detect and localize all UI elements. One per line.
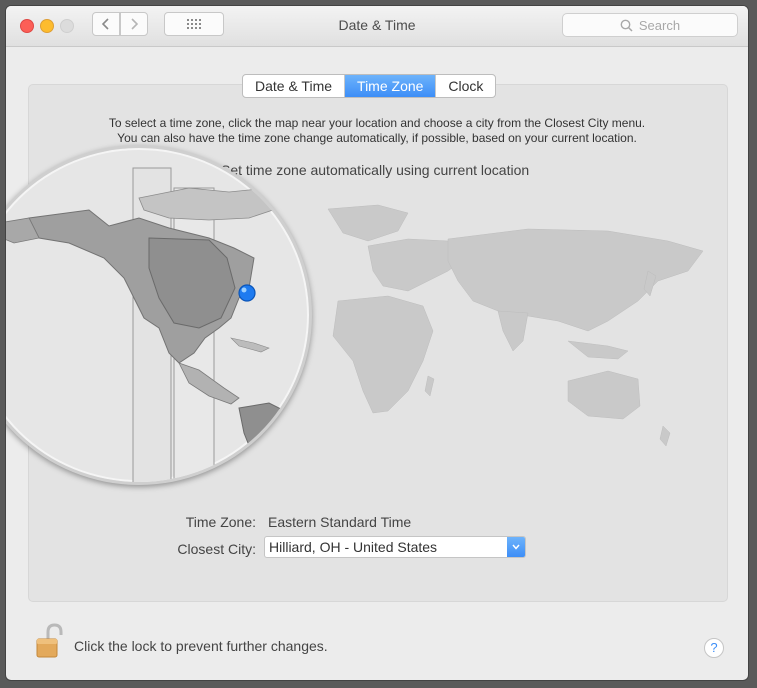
tab-clock[interactable]: Clock xyxy=(436,75,495,97)
closest-city-value: Hilliard, OH - United States xyxy=(269,539,438,555)
auto-timezone-checkbox[interactable]: Set time zone automatically using curren… xyxy=(221,162,529,178)
search-placeholder: Search xyxy=(638,17,681,33)
time-zone-label: Time Zone: xyxy=(185,514,256,530)
closest-city-select[interactable]: Hilliard, OH - United States xyxy=(264,536,526,558)
closest-city-label: Closest City: xyxy=(177,541,256,557)
title-bar: Date & Time Search xyxy=(6,6,748,47)
instructions: To select a time zone, click the map nea… xyxy=(28,116,726,146)
tab-time-zone[interactable]: Time Zone xyxy=(345,75,437,97)
unlocked-padlock-icon xyxy=(36,623,63,658)
lock-button[interactable] xyxy=(34,623,64,666)
instructions-line-2: You can also have the time zone change a… xyxy=(117,131,637,145)
help-button[interactable]: ? xyxy=(704,638,724,658)
location-pin-icon xyxy=(238,284,256,302)
instructions-line-1: To select a time zone, click the map nea… xyxy=(108,116,646,130)
time-zone-value: Eastern Standard Time xyxy=(268,514,412,530)
date-time-window: Date & Time Search Date & Time Time Zone… xyxy=(6,6,748,680)
search-icon xyxy=(620,19,633,32)
chevron-down-icon xyxy=(507,537,525,557)
tab-bar: Date & Time Time Zone Clock xyxy=(242,74,497,98)
magnified-map xyxy=(6,167,309,482)
search-field[interactable]: Search xyxy=(562,13,738,37)
lock-message: Click the lock to prevent further change… xyxy=(74,638,328,654)
tab-date-time[interactable]: Date & Time xyxy=(243,75,346,97)
